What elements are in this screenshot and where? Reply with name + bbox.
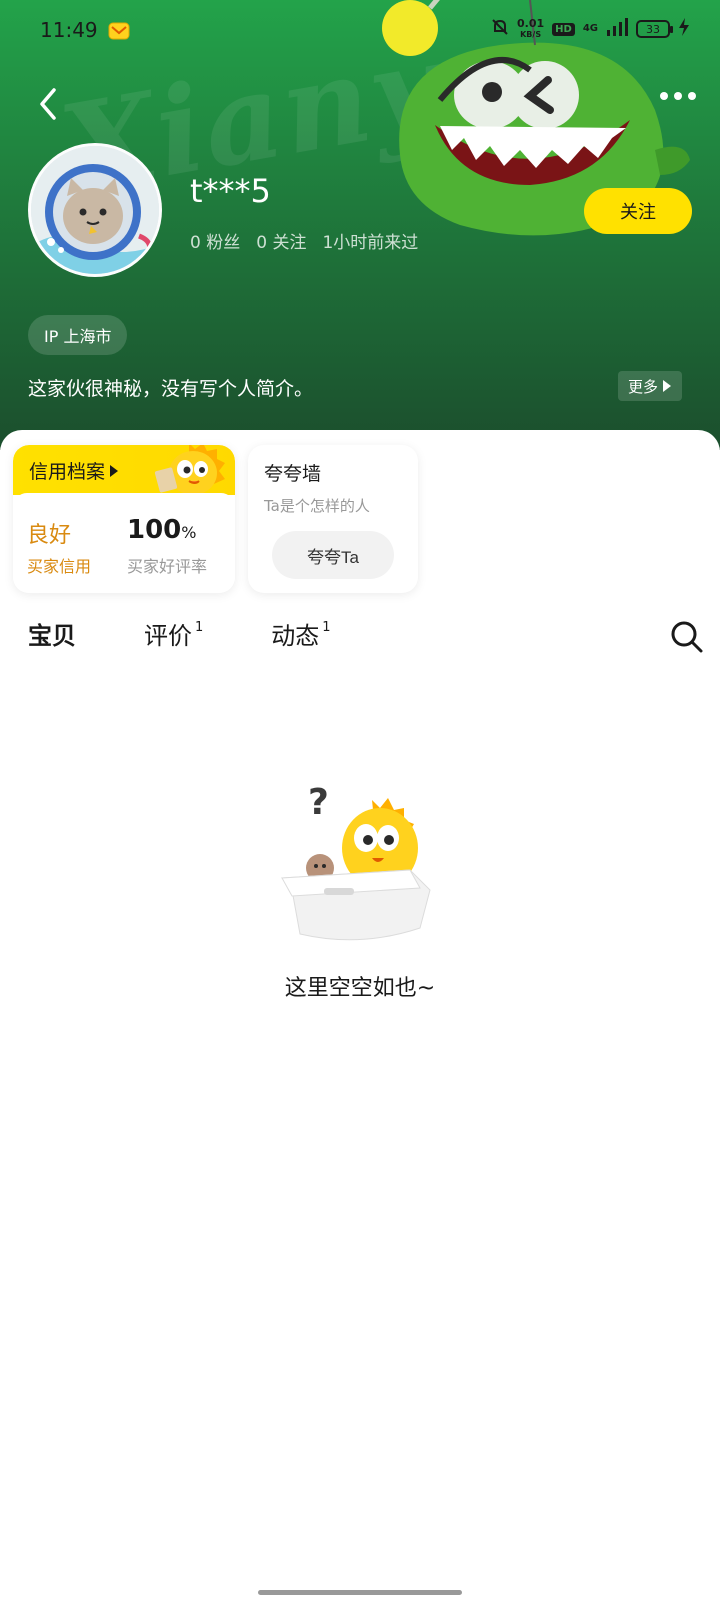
follow-button[interactable]: 关注	[584, 188, 692, 234]
last-seen: 1小时前来过	[322, 233, 419, 253]
credit-card-body: 良好 买家信用 100% 买家好评率	[13, 493, 235, 593]
play-triangle-icon	[663, 380, 672, 392]
positive-rate-value: 100	[127, 515, 182, 545]
following-count[interactable]: 0 关注	[256, 228, 306, 253]
search-icon	[671, 621, 703, 653]
mail-notification-icon	[108, 22, 130, 44]
positive-rate-label: 买家好评率	[127, 557, 208, 576]
positive-rate-unit: %	[181, 523, 197, 542]
username: t***5	[190, 172, 271, 210]
battery-icon: 33	[636, 20, 673, 38]
credit-status: 良好	[27, 523, 72, 548]
credit-card-header: 信用档案	[13, 445, 235, 495]
tab-reviews-label: 评价	[144, 622, 192, 650]
avatar[interactable]	[28, 143, 162, 277]
tab-items[interactable]: 宝贝	[28, 616, 76, 651]
search-button[interactable]	[670, 620, 704, 654]
empty-state-illustration: ?	[280, 778, 440, 948]
svg-text:?: ?	[308, 782, 329, 823]
status-icons: 0.01 KB/S HD 4G 33	[491, 18, 690, 40]
profile-header: Xianyu 11:49 0.01 KB/S HD 4G 33 t***5 0 …	[0, 0, 720, 450]
positive-rate: 100%	[127, 515, 196, 545]
credit-record-card[interactable]: 信用档案 良好 买家信用 100% 买家好评率	[13, 445, 235, 593]
praise-wall-card[interactable]: 夸夸墙 Ta是个怎样的人 夸夸Ta	[248, 445, 418, 593]
praise-button[interactable]: 夸夸Ta	[272, 531, 394, 579]
signal-bars-icon	[606, 18, 628, 40]
tab-items-label: 宝贝	[28, 622, 76, 650]
empty-state-text: 这里空空如也~	[284, 976, 436, 1001]
more-bio-label: 更多	[628, 377, 659, 396]
astronaut-cat-avatar-icon	[31, 146, 159, 274]
ip-location-chip: IP 上海市	[28, 315, 128, 355]
network-type-label: 4G	[582, 23, 598, 34]
net-speed-unit: KB/S	[520, 29, 542, 39]
net-speed-value: 0.01	[517, 16, 545, 30]
mute-bell-icon	[491, 18, 509, 40]
more-bio-button[interactable]: 更多	[618, 371, 683, 401]
status-bar: 11:49 0.01 KB/S HD 4G 33	[0, 0, 720, 62]
network-speed: 0.01 KB/S	[517, 16, 545, 40]
tab-reviews-count: 1	[195, 620, 204, 635]
more-options-button[interactable]	[660, 92, 696, 100]
profile-stats: 0 粉丝 0 关注 1小时前来过	[190, 228, 418, 253]
credit-card-title: 信用档案	[29, 457, 119, 484]
chevron-left-icon	[40, 88, 56, 120]
fish-mascot-icon	[149, 445, 229, 499]
more-dot-icon	[674, 92, 682, 100]
profile-bio: 这家伙很神秘，没有写个人简介。	[28, 378, 314, 400]
credit-status-label: 买家信用	[27, 557, 92, 576]
more-dot-icon	[660, 92, 668, 100]
fans-count[interactable]: 0 粉丝	[190, 228, 240, 253]
home-indicator[interactable]	[258, 1590, 462, 1595]
profile-content: 信用档案 良好 买家信用 100% 买家好评率 夸夸墙 Ta是个怎样的人 夸夸T…	[0, 430, 720, 1600]
hd-badge: HD	[552, 22, 575, 36]
profile-page: Xianyu 11:49 0.01 KB/S HD 4G 33 t***5 0 …	[0, 0, 720, 1600]
back-button[interactable]	[30, 84, 70, 124]
charging-bolt-icon	[678, 18, 690, 40]
praise-wall-title: 夸夸墙	[264, 463, 322, 485]
tab-activity-label: 动态	[271, 622, 320, 650]
more-dot-icon	[688, 92, 696, 100]
tab-activity[interactable]: 动态 1	[271, 616, 330, 651]
play-triangle-icon	[110, 464, 119, 477]
profile-tabs: 宝贝 评价 1 动态 1	[28, 616, 331, 666]
tab-reviews[interactable]: 评价 1	[144, 616, 203, 651]
praise-wall-subtitle: Ta是个怎样的人	[264, 497, 370, 515]
status-time: 11:49	[40, 18, 98, 42]
tab-activity-count: 1	[322, 620, 331, 635]
credit-title-text: 信用档案	[29, 461, 106, 483]
